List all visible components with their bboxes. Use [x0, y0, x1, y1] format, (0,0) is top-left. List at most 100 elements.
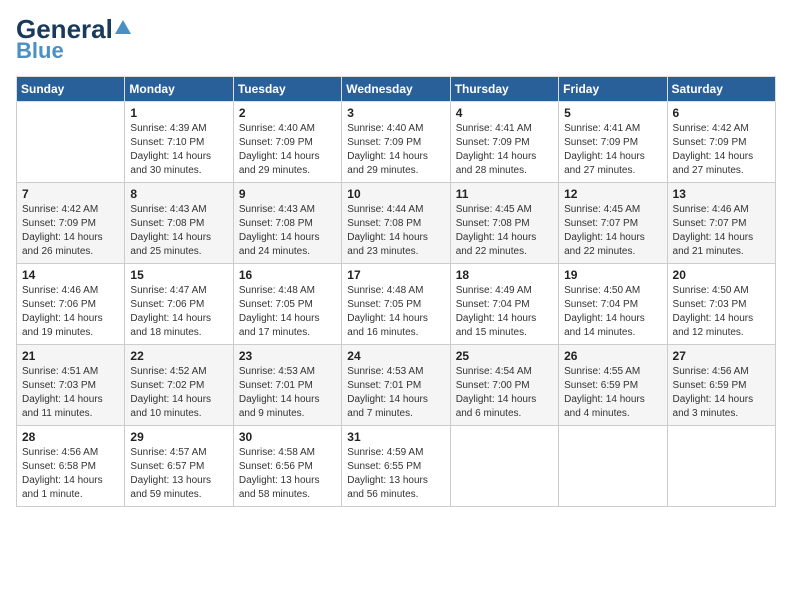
calendar-table: SundayMondayTuesdayWednesdayThursdayFrid…: [16, 76, 776, 507]
logo-triangle-icon: [115, 20, 131, 34]
calendar-cell: 8 Sunrise: 4:43 AMSunset: 7:08 PMDaylight…: [125, 183, 233, 264]
calendar-day-header: Sunday: [17, 77, 125, 102]
calendar-cell: 22 Sunrise: 4:52 AMSunset: 7:02 PMDayligh…: [125, 345, 233, 426]
calendar-cell: 4 Sunrise: 4:41 AMSunset: 7:09 PMDaylight…: [450, 102, 558, 183]
calendar-day-header: Wednesday: [342, 77, 450, 102]
day-number: 26: [564, 349, 661, 363]
day-number: 29: [130, 430, 227, 444]
day-number: 25: [456, 349, 553, 363]
calendar-cell: 14 Sunrise: 4:46 AMSunset: 7:06 PMDayligh…: [17, 264, 125, 345]
day-number: 27: [673, 349, 770, 363]
day-info: Sunrise: 4:56 AMSunset: 6:59 PMDaylight:…: [673, 365, 770, 421]
calendar-cell: 3 Sunrise: 4:40 AMSunset: 7:09 PMDaylight…: [342, 102, 450, 183]
day-info: Sunrise: 4:50 AMSunset: 7:04 PMDaylight:…: [564, 284, 661, 340]
calendar-header: SundayMondayTuesdayWednesdayThursdayFrid…: [17, 77, 776, 102]
calendar-body: 1 Sunrise: 4:39 AMSunset: 7:10 PMDaylight…: [17, 102, 776, 507]
day-info: Sunrise: 4:46 AMSunset: 7:07 PMDaylight:…: [673, 203, 770, 259]
calendar-header-row: SundayMondayTuesdayWednesdayThursdayFrid…: [17, 77, 776, 102]
calendar-day-header: Friday: [559, 77, 667, 102]
day-number: 30: [239, 430, 336, 444]
day-number: 28: [22, 430, 119, 444]
calendar-cell: 27 Sunrise: 4:56 AMSunset: 6:59 PMDayligh…: [667, 345, 775, 426]
calendar-cell: 21 Sunrise: 4:51 AMSunset: 7:03 PMDayligh…: [17, 345, 125, 426]
calendar-cell: 11 Sunrise: 4:45 AMSunset: 7:08 PMDayligh…: [450, 183, 558, 264]
calendar-week-row: 1 Sunrise: 4:39 AMSunset: 7:10 PMDaylight…: [17, 102, 776, 183]
day-number: 15: [130, 268, 227, 282]
logo: General Blue: [16, 16, 131, 64]
day-number: 3: [347, 106, 444, 120]
day-info: Sunrise: 4:53 AMSunset: 7:01 PMDaylight:…: [239, 365, 336, 421]
calendar-cell: 5Sunrise: 4:41 AMSunset: 7:09 PMDaylight…: [559, 102, 667, 183]
day-info: Sunrise: 4:57 AMSunset: 6:57 PMDaylight:…: [130, 446, 227, 502]
calendar-cell: [667, 426, 775, 507]
day-number: 10: [347, 187, 444, 201]
calendar-day-header: Thursday: [450, 77, 558, 102]
day-info: Sunrise: 4:49 AMSunset: 7:04 PMDaylight:…: [456, 284, 553, 340]
day-info: Sunrise: 4:51 AMSunset: 7:03 PMDaylight:…: [22, 365, 119, 421]
day-info: Sunrise: 4:55 AMSunset: 6:59 PMDaylight:…: [564, 365, 661, 421]
day-info: Sunrise: 4:40 AMSunset: 7:09 PMDaylight:…: [239, 122, 336, 178]
calendar-cell: 17Sunrise: 4:48 AMSunset: 7:05 PMDayligh…: [342, 264, 450, 345]
day-number: 22: [130, 349, 227, 363]
day-info: Sunrise: 4:43 AMSunset: 7:08 PMDaylight:…: [130, 203, 227, 259]
day-number: 2: [239, 106, 336, 120]
day-number: 21: [22, 349, 119, 363]
day-info: Sunrise: 4:44 AMSunset: 7:08 PMDaylight:…: [347, 203, 444, 259]
calendar-cell: 6Sunrise: 4:42 AMSunset: 7:09 PMDaylight…: [667, 102, 775, 183]
day-info: Sunrise: 4:48 AMSunset: 7:05 PMDaylight:…: [239, 284, 336, 340]
calendar-cell: 25Sunrise: 4:54 AMSunset: 7:00 PMDayligh…: [450, 345, 558, 426]
day-number: 18: [456, 268, 553, 282]
day-number: 9: [239, 187, 336, 201]
calendar-week-row: 28 Sunrise: 4:56 AMSunset: 6:58 PMDayligh…: [17, 426, 776, 507]
calendar-cell: 15 Sunrise: 4:47 AMSunset: 7:06 PMDayligh…: [125, 264, 233, 345]
day-number: 8: [130, 187, 227, 201]
day-info: Sunrise: 4:43 AMSunset: 7:08 PMDaylight:…: [239, 203, 336, 259]
day-info: Sunrise: 4:41 AMSunset: 7:09 PMDaylight:…: [564, 122, 661, 178]
day-number: 14: [22, 268, 119, 282]
day-number: 11: [456, 187, 553, 201]
calendar-week-row: 14 Sunrise: 4:46 AMSunset: 7:06 PMDayligh…: [17, 264, 776, 345]
day-info: Sunrise: 4:47 AMSunset: 7:06 PMDaylight:…: [130, 284, 227, 340]
calendar-cell: 10 Sunrise: 4:44 AMSunset: 7:08 PMDayligh…: [342, 183, 450, 264]
calendar-week-row: 7Sunrise: 4:42 AMSunset: 7:09 PMDaylight…: [17, 183, 776, 264]
calendar-cell: [559, 426, 667, 507]
day-info: Sunrise: 4:50 AMSunset: 7:03 PMDaylight:…: [673, 284, 770, 340]
day-info: Sunrise: 4:48 AMSunset: 7:05 PMDaylight:…: [347, 284, 444, 340]
day-info: Sunrise: 4:53 AMSunset: 7:01 PMDaylight:…: [347, 365, 444, 421]
calendar-cell: 2 Sunrise: 4:40 AMSunset: 7:09 PMDaylight…: [233, 102, 341, 183]
calendar-cell: 26 Sunrise: 4:55 AMSunset: 6:59 PMDayligh…: [559, 345, 667, 426]
day-info: Sunrise: 4:40 AMSunset: 7:09 PMDaylight:…: [347, 122, 444, 178]
day-info: Sunrise: 4:45 AMSunset: 7:08 PMDaylight:…: [456, 203, 553, 259]
calendar-cell: 23 Sunrise: 4:53 AMSunset: 7:01 PMDayligh…: [233, 345, 341, 426]
calendar-day-header: Saturday: [667, 77, 775, 102]
calendar-cell: 24 Sunrise: 4:53 AMSunset: 7:01 PMDayligh…: [342, 345, 450, 426]
calendar-cell: 20 Sunrise: 4:50 AMSunset: 7:03 PMDayligh…: [667, 264, 775, 345]
day-info: Sunrise: 4:39 AMSunset: 7:10 PMDaylight:…: [130, 122, 227, 178]
day-info: Sunrise: 4:45 AMSunset: 7:07 PMDaylight:…: [564, 203, 661, 259]
day-number: 23: [239, 349, 336, 363]
day-number: 13: [673, 187, 770, 201]
page-header: General Blue: [16, 16, 776, 64]
calendar-cell: 18 Sunrise: 4:49 AMSunset: 7:04 PMDayligh…: [450, 264, 558, 345]
day-info: Sunrise: 4:56 AMSunset: 6:58 PMDaylight:…: [22, 446, 119, 502]
day-number: 7: [22, 187, 119, 201]
calendar-cell: [17, 102, 125, 183]
day-number: 4: [456, 106, 553, 120]
day-info: Sunrise: 4:52 AMSunset: 7:02 PMDaylight:…: [130, 365, 227, 421]
calendar-cell: [450, 426, 558, 507]
calendar-cell: 12 Sunrise: 4:45 AMSunset: 7:07 PMDayligh…: [559, 183, 667, 264]
calendar-cell: 7Sunrise: 4:42 AMSunset: 7:09 PMDaylight…: [17, 183, 125, 264]
day-number: 24: [347, 349, 444, 363]
day-info: Sunrise: 4:41 AMSunset: 7:09 PMDaylight:…: [456, 122, 553, 178]
day-number: 12: [564, 187, 661, 201]
day-number: 6: [673, 106, 770, 120]
day-number: 16: [239, 268, 336, 282]
day-info: Sunrise: 4:46 AMSunset: 7:06 PMDaylight:…: [22, 284, 119, 340]
day-number: 20: [673, 268, 770, 282]
calendar-week-row: 21 Sunrise: 4:51 AMSunset: 7:03 PMDayligh…: [17, 345, 776, 426]
calendar-cell: 16 Sunrise: 4:48 AMSunset: 7:05 PMDayligh…: [233, 264, 341, 345]
calendar-cell: 13 Sunrise: 4:46 AMSunset: 7:07 PMDayligh…: [667, 183, 775, 264]
day-number: 1: [130, 106, 227, 120]
calendar-cell: 29 Sunrise: 4:57 AMSunset: 6:57 PMDayligh…: [125, 426, 233, 507]
calendar-day-header: Tuesday: [233, 77, 341, 102]
